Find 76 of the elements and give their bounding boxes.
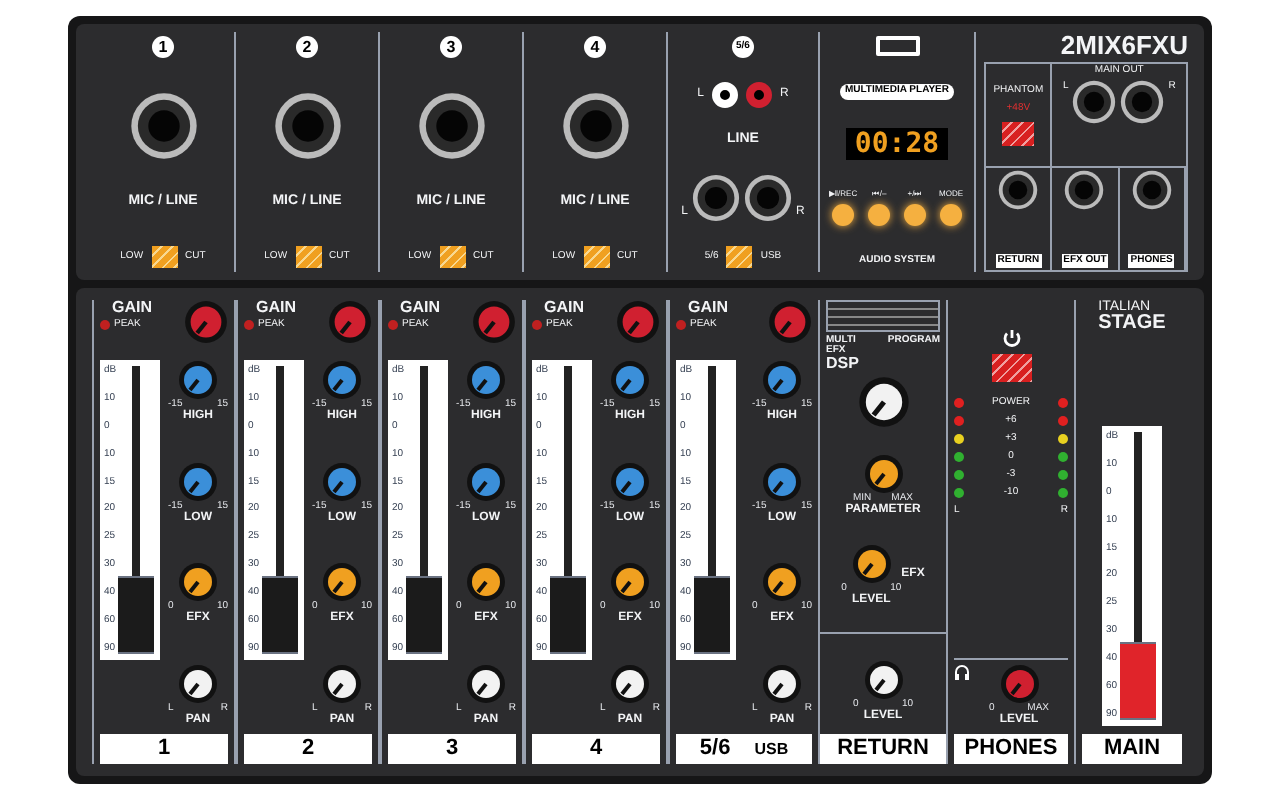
knob[interactable] [466,663,506,704]
jack-socket-icon [1120,79,1165,123]
jack-socket-icon [998,169,1039,209]
gain-label: GAIN [686,300,728,316]
channel-number: 4 [584,36,606,58]
fader-cap[interactable] [550,576,587,654]
knob[interactable] [863,660,903,700]
power-switch[interactable] [991,354,1031,382]
rca-socket-icon [712,81,738,108]
section-name: MAIN [1103,734,1161,765]
fader-cap[interactable] [406,576,443,654]
knob[interactable] [178,562,218,603]
knob[interactable] [762,663,802,704]
knob[interactable] [178,663,218,704]
gain-label: GAIN [542,300,584,316]
peak-led [388,320,398,330]
knob[interactable] [466,562,506,603]
model-name: 2MIX6FXU [1060,32,1188,58]
player-button[interactable] [940,203,962,225]
peak-led [244,320,254,330]
jack-socket-icon [273,91,341,159]
power-icon [1001,328,1021,348]
channel-name: 4 [589,734,603,765]
section-name: RETURN [837,734,929,765]
channel-name: 2 [301,734,315,765]
rca-socket-icon [746,81,772,108]
switch-button[interactable] [439,246,466,268]
gain-label: GAIN [254,300,296,316]
phantom-switch[interactable] [1002,121,1035,146]
knob[interactable] [863,454,903,495]
knob[interactable] [851,543,892,583]
channel-name: 5/6 [699,734,731,765]
player-display: 00:28 [846,127,948,159]
jack-socket-icon [1072,79,1117,123]
jack-socket-icon [561,91,629,159]
player-button[interactable] [868,203,890,225]
knob[interactable] [322,663,362,704]
channel-number: 3 [440,36,462,58]
jack-socket-icon [1131,169,1172,209]
fader-cap[interactable] [694,576,731,654]
peak-led [532,320,542,330]
gain-label: GAIN [398,300,440,316]
channel-number: 1 [152,36,174,58]
player-button[interactable] [832,203,854,225]
fader-cap[interactable] [118,576,155,654]
power-led [954,398,964,408]
peak-led [676,320,686,330]
section-name: PHONES [964,734,1058,765]
switch-button[interactable] [295,246,322,268]
knob[interactable] [610,562,650,603]
gain-label: GAIN [110,300,152,316]
channel-name: 1 [157,734,171,765]
knob[interactable] [610,663,650,704]
headphones-icon [954,664,970,680]
switch-button[interactable] [583,246,610,268]
channel-name: 3 [445,734,459,765]
knob[interactable] [857,376,909,428]
jack-socket-icon [744,174,792,223]
program-table [826,300,940,332]
switch-button[interactable] [151,246,178,268]
jack-socket-icon [1064,169,1105,209]
knob[interactable] [762,562,802,603]
peak-led [100,320,110,330]
dsp-title: DSP [824,356,861,372]
usb-port-icon [875,36,919,56]
knob[interactable] [322,562,362,603]
jack-socket-icon [692,174,740,223]
player-button[interactable] [904,203,926,225]
jack-socket-icon [417,91,485,159]
switch-button[interactable] [726,246,753,268]
channel-name: USB [754,737,789,761]
power-led [1057,398,1068,408]
brand-name: STAGE [1098,314,1166,334]
channel-number: 2 [296,36,318,58]
fader-cap[interactable] [262,576,299,654]
jack-socket-icon [129,91,197,159]
